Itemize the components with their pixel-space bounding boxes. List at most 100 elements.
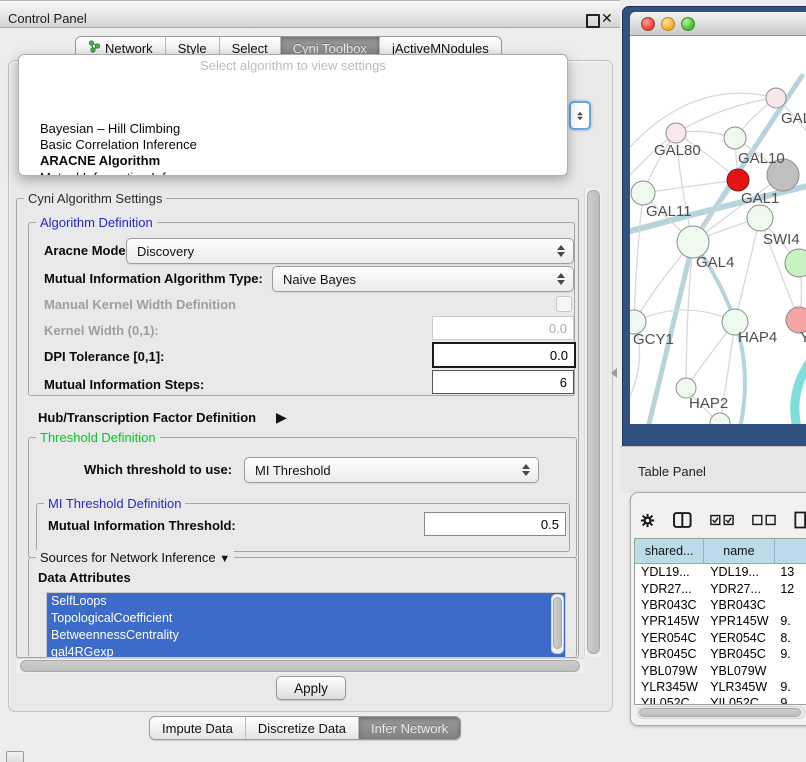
inference-algorithm-combo-fragment[interactable] bbox=[569, 101, 591, 130]
node-label: GAL11 bbox=[646, 203, 692, 220]
network-node-gal10[interactable] bbox=[724, 127, 746, 149]
network-edge[interactable] bbox=[634, 193, 643, 322]
dropdown-item[interactable]: ARACNE Algorithm bbox=[40, 153, 160, 168]
close-traffic-light-icon[interactable] bbox=[641, 17, 655, 31]
split-columns-icon[interactable] bbox=[673, 511, 692, 529]
mi-steps-field[interactable]: 6 bbox=[432, 370, 574, 394]
column-header[interactable]: shared... bbox=[635, 539, 704, 563]
network-graph: GALGAL80GAL10GAL1GAL11SWI4GAL4GCY1HAP4YH… bbox=[630, 36, 806, 424]
table-row[interactable]: YBR045CYBR045C9. bbox=[635, 646, 806, 662]
algorithm-dropdown: Select algorithm to view settings Bayesi… bbox=[18, 54, 568, 176]
attribute-item[interactable]: gal4RGexp bbox=[47, 644, 565, 658]
close-icon[interactable]: ✕ bbox=[601, 10, 613, 27]
combo-arrows-icon bbox=[557, 273, 565, 285]
table-scrollbar-thumb[interactable] bbox=[639, 708, 801, 717]
node-label: GAL1 bbox=[741, 190, 779, 207]
network-node-gal1[interactable] bbox=[727, 169, 749, 191]
node-label: GAL bbox=[781, 110, 806, 127]
table-cell: YBL079W bbox=[704, 664, 774, 678]
mi-threshold-field[interactable]: 0.5 bbox=[424, 512, 566, 536]
table-row[interactable]: YBR043CYBR043C bbox=[635, 597, 806, 613]
table-row[interactable]: YPR145WYPR145W9. bbox=[635, 613, 806, 629]
table-cell: YIL052C bbox=[635, 696, 704, 705]
aracne-mode-combo[interactable]: Discovery bbox=[126, 238, 574, 264]
column-header[interactable] bbox=[775, 539, 806, 563]
bottom-tab-impute-data[interactable]: Impute Data bbox=[150, 717, 246, 739]
table-row[interactable]: YIL052CYIL052C9 bbox=[635, 695, 806, 705]
dropdown-item[interactable]: Bayesian – Hill Climbing bbox=[40, 121, 180, 136]
settings-horizontal-scrollbar[interactable] bbox=[16, 658, 584, 673]
network-icon bbox=[88, 40, 101, 53]
network-edge[interactable] bbox=[634, 310, 735, 322]
column-header[interactable]: name bbox=[704, 539, 774, 563]
dpi-tolerance-label: DPI Tolerance [0,1]: bbox=[44, 349, 164, 364]
splitter-grip-icon[interactable] bbox=[611, 368, 617, 378]
table-cell: YLR345W bbox=[704, 680, 774, 694]
dropdown-item[interactable]: Basic Correlation Inference bbox=[40, 137, 197, 152]
network-window-titlebar[interactable] bbox=[630, 12, 806, 36]
network-node-gal[interactable] bbox=[766, 88, 786, 108]
network-canvas[interactable]: GALGAL80GAL10GAL1GAL11SWI4GAL4GCY1HAP4YH… bbox=[630, 36, 806, 424]
mi-type-label: Mutual Information Algorithm Type: bbox=[44, 271, 263, 286]
manual-kernel-label: Manual Kernel Width Definition bbox=[44, 297, 236, 312]
network-edge[interactable] bbox=[795, 354, 806, 424]
attribute-item[interactable]: TopologicalCoefficient bbox=[47, 610, 565, 627]
network-node[interactable] bbox=[710, 413, 730, 424]
document-icon[interactable] bbox=[794, 510, 806, 530]
network-edge[interactable] bbox=[735, 218, 760, 322]
table-row[interactable]: YDL19...YDL19...13 bbox=[635, 564, 806, 580]
settings-vertical-scrollbar-thumb[interactable] bbox=[587, 190, 600, 654]
kernel-width-field[interactable]: 0.0 bbox=[432, 316, 574, 340]
dpi-tolerance-field[interactable]: 0.0 bbox=[432, 342, 576, 368]
table-row[interactable]: YER054CYER054C8. bbox=[635, 630, 806, 646]
node-label: HAP4 bbox=[738, 329, 777, 346]
node-table[interactable]: shared...name YDL19...YDL19...13YDR27...… bbox=[634, 538, 806, 705]
table-row[interactable]: YDR27...YDR27...12 bbox=[635, 580, 806, 596]
apply-button[interactable]: Apply bbox=[276, 676, 346, 700]
kernel-width-value: 0.0 bbox=[549, 321, 573, 336]
data-attributes-list[interactable]: SelfLoopsTopologicalCoefficientBetweenne… bbox=[46, 592, 566, 658]
table-horizontal-scrollbar[interactable] bbox=[637, 706, 805, 719]
mi-type-combo[interactable]: Naive Bayes bbox=[272, 266, 574, 292]
sources-group-title: Sources for Network Inference ▼ bbox=[36, 550, 234, 565]
control-panel-titlebar: Control Panel ✕ bbox=[0, 0, 620, 28]
combo-arrows-icon bbox=[522, 464, 530, 476]
bottom-tab-discretize-data[interactable]: Discretize Data bbox=[246, 717, 359, 739]
table-cell: 9. bbox=[774, 680, 806, 694]
network-node-gal11[interactable] bbox=[631, 181, 655, 205]
which-threshold-combo[interactable]: MI Threshold bbox=[244, 457, 539, 483]
network-node-gal80[interactable] bbox=[666, 123, 686, 143]
gear-icon[interactable] bbox=[640, 512, 655, 529]
float-window-icon[interactable] bbox=[586, 14, 600, 28]
bottom-tab-infer-network[interactable]: Infer Network bbox=[359, 717, 460, 739]
table-toolbar bbox=[640, 506, 806, 534]
zoom-traffic-light-icon[interactable] bbox=[681, 17, 695, 31]
unchecked-checkboxes-icon[interactable] bbox=[752, 514, 776, 526]
which-threshold-label: Which threshold to use: bbox=[84, 462, 232, 477]
settings-horizontal-scrollbar-thumb[interactable] bbox=[20, 660, 580, 672]
bottom-tab-bar: Impute DataDiscretize DataInfer Network bbox=[149, 716, 461, 740]
hub-expand-arrow-icon[interactable]: ▶ bbox=[276, 409, 287, 426]
table-row[interactable]: YLR345WYLR345W9. bbox=[635, 679, 806, 695]
collapse-arrow-icon[interactable]: ▼ bbox=[219, 553, 230, 565]
table-row[interactable]: YBL079WYBL079W bbox=[635, 662, 806, 678]
threshold-definition-title: Threshold Definition bbox=[36, 430, 160, 445]
window-title: Control Panel bbox=[8, 11, 87, 26]
network-edge[interactable] bbox=[630, 133, 676, 186]
attributes-scrollbar[interactable] bbox=[551, 594, 564, 654]
attributes-scrollbar-thumb[interactable] bbox=[553, 597, 562, 649]
manual-kernel-checkbox[interactable] bbox=[556, 296, 572, 312]
attribute-item[interactable]: BetweennessCentrality bbox=[47, 627, 565, 644]
panel-corner-button[interactable] bbox=[6, 751, 24, 762]
dropdown-item[interactable]: Mutual Information Inference bbox=[40, 170, 205, 176]
minimize-traffic-light-icon[interactable] bbox=[661, 17, 675, 31]
node-label: Y bbox=[800, 329, 806, 346]
table-cell: 8. bbox=[774, 631, 806, 645]
node-label: GAL80 bbox=[654, 142, 701, 159]
checked-checkboxes-icon[interactable] bbox=[710, 514, 734, 526]
app-root: Control Panel ✕ NetworkStyleSelectCyni T… bbox=[0, 0, 806, 762]
attribute-item[interactable]: SelfLoops bbox=[47, 593, 565, 610]
settings-vertical-scrollbar[interactable] bbox=[584, 188, 601, 657]
network-node-swi4[interactable] bbox=[747, 205, 773, 231]
network-node[interactable] bbox=[785, 249, 806, 277]
